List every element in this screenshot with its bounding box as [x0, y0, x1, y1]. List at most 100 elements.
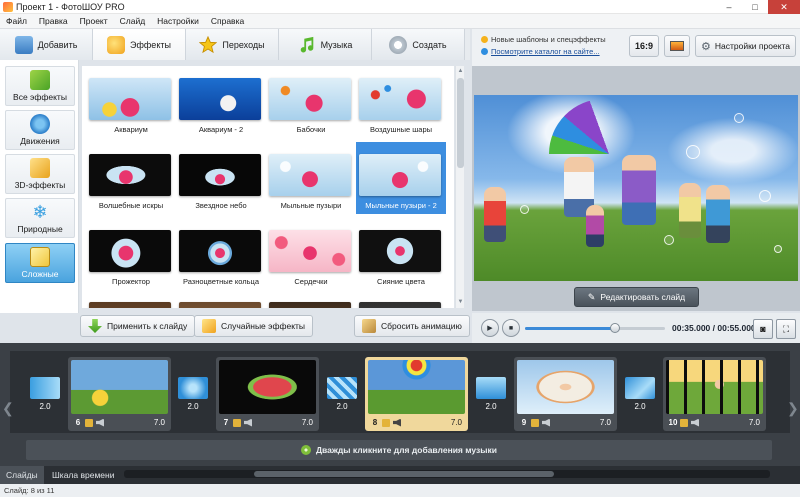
- effects-scrollbar[interactable]: ▲ ▼: [455, 66, 464, 308]
- child-figure: [622, 155, 656, 225]
- effect-item[interactable]: Волшебные искры: [86, 142, 176, 214]
- slide-thumb[interactable]: 10 7.0: [663, 357, 766, 431]
- tab-transitions[interactable]: Переходы: [186, 29, 279, 60]
- main-tabs: Добавить Эффекты Переходы Музыка Создать: [0, 29, 470, 60]
- play-button[interactable]: ▶: [481, 319, 499, 337]
- tab-timeline[interactable]: Шкала времени: [46, 466, 120, 484]
- slide-duration: 7.0: [450, 418, 462, 427]
- transition-item[interactable]: 2.0: [178, 377, 208, 413]
- effect-thumbnail: [359, 230, 441, 272]
- effect-item[interactable]: [86, 294, 176, 308]
- effect-marker-icon: [531, 418, 539, 427]
- child-figure: [706, 185, 730, 243]
- transition-duration: 2.0: [625, 400, 655, 413]
- category-complex[interactable]: Сложные: [5, 243, 75, 283]
- tab-add[interactable]: Добавить: [0, 29, 93, 60]
- effect-thumbnail: [359, 302, 441, 308]
- effect-item[interactable]: Аквариум: [86, 66, 176, 138]
- slide-thumb[interactable]: 6 7.0: [68, 357, 171, 431]
- fullscreen-button[interactable]: ⛶: [776, 319, 796, 339]
- menu-help[interactable]: Справка: [205, 16, 250, 26]
- sound-icon: [244, 418, 252, 427]
- tab-effects[interactable]: Эффекты: [93, 29, 186, 60]
- slide-thumb[interactable]: 9 7.0: [514, 357, 617, 431]
- menu-settings[interactable]: Настройки: [151, 16, 205, 26]
- category-nature[interactable]: ❄ Природные: [5, 198, 75, 238]
- apply-to-slide-button[interactable]: Применить к слайду: [80, 315, 196, 337]
- star-icon: [199, 35, 218, 53]
- chevron-left-icon[interactable]: ❮: [2, 400, 14, 417]
- effect-item[interactable]: [266, 294, 356, 308]
- menu-slide[interactable]: Слайд: [114, 16, 152, 26]
- tab-music[interactable]: Музыка: [279, 29, 372, 60]
- transition-item[interactable]: 2.0: [30, 377, 60, 413]
- chevron-right-icon[interactable]: ❯: [787, 400, 799, 417]
- slide-thumb[interactable]: 7 7.0: [216, 357, 319, 431]
- scroll-up-icon[interactable]: ▲: [457, 67, 464, 75]
- category-all-effects[interactable]: Все эффекты: [5, 66, 75, 106]
- effect-thumbnail: [179, 154, 261, 196]
- tab-create[interactable]: Создать: [372, 29, 465, 60]
- reset-animation-button[interactable]: Сбросить анимацию: [354, 315, 470, 337]
- effect-item[interactable]: [176, 294, 266, 308]
- bubble: [686, 145, 700, 159]
- effect-item[interactable]: Воздушные шары: [356, 66, 446, 138]
- transition-item[interactable]: 2.0: [327, 377, 357, 413]
- menu-edit[interactable]: Правка: [33, 16, 74, 26]
- tab-slides[interactable]: Слайды: [0, 466, 44, 484]
- menu-file[interactable]: Файл: [0, 16, 33, 26]
- effect-item[interactable]: Сияние цвета: [356, 218, 446, 290]
- effect-marker-icon: [85, 418, 93, 427]
- effect-label: Сердечки: [294, 277, 328, 286]
- bubble: [759, 190, 771, 202]
- catalog-link[interactable]: Посмотрите каталог на сайте...: [481, 47, 600, 56]
- edit-slide-button[interactable]: ✎ Редактировать слайд: [574, 287, 699, 307]
- effect-item[interactable]: Бабочки: [266, 66, 356, 138]
- effect-item[interactable]: Сердечки: [266, 218, 356, 290]
- effect-marker-icon: [680, 418, 688, 427]
- sound-icon: [96, 418, 104, 427]
- background-image-button[interactable]: [664, 35, 690, 57]
- effect-item-selected[interactable]: Мыльные пузыри - 2: [356, 142, 446, 214]
- effect-item[interactable]: Разноцветные кольца: [176, 218, 266, 290]
- random-effects-button[interactable]: Случайные эффекты: [194, 315, 314, 337]
- aspect-ratio-button[interactable]: 16:9: [629, 35, 659, 57]
- category-motion[interactable]: Движения: [5, 110, 75, 150]
- play-icon: ▶: [487, 325, 493, 332]
- transition-thumbnail: [30, 377, 60, 399]
- slide-preview: [474, 95, 798, 281]
- random-label: Случайные эффекты: [221, 321, 306, 331]
- close-button[interactable]: ✕: [768, 0, 800, 14]
- effect-item[interactable]: Прожектор: [86, 218, 176, 290]
- timeline-scroll-thumb[interactable]: [254, 471, 554, 477]
- slide-image: [71, 360, 168, 414]
- scroll-down-icon[interactable]: ▼: [457, 298, 464, 306]
- slide-number: 7: [223, 418, 229, 427]
- playback-progress[interactable]: [525, 323, 665, 333]
- maximize-button[interactable]: □: [742, 0, 768, 14]
- music-track-area[interactable]: Дважды кликните для добавления музыки: [26, 440, 772, 460]
- slide-image: [368, 360, 465, 414]
- effect-item[interactable]: [356, 294, 446, 308]
- timeline-scrollbar[interactable]: [124, 470, 770, 478]
- effect-item[interactable]: Звездное небо: [176, 142, 266, 214]
- effect-thumbnail: [269, 230, 351, 272]
- menu-project[interactable]: Проект: [74, 16, 114, 26]
- progress-fill: [525, 327, 615, 330]
- transition-item[interactable]: 2.0: [625, 377, 655, 413]
- transition-item[interactable]: 2.0: [476, 377, 506, 413]
- minimize-button[interactable]: –: [716, 0, 742, 14]
- progress-knob[interactable]: [609, 323, 620, 333]
- effect-item[interactable]: Аквариум - 2: [176, 66, 266, 138]
- scroll-thumb[interactable]: [457, 78, 464, 168]
- stop-button[interactable]: ■: [502, 319, 520, 337]
- snapshot-button[interactable]: ◙: [753, 319, 773, 339]
- slide-duration: 7.0: [599, 418, 611, 427]
- category-3d[interactable]: 3D-эффекты: [5, 154, 75, 194]
- effect-item[interactable]: Мыльные пузыри: [266, 142, 356, 214]
- slide-thumb-selected[interactable]: 8 7.0: [365, 357, 468, 431]
- app-logo-icon: [3, 1, 13, 12]
- transition-thumbnail: [178, 377, 208, 399]
- project-settings-button[interactable]: ⚙ Настройки проекта: [695, 35, 796, 57]
- effect-thumbnail: [359, 154, 441, 196]
